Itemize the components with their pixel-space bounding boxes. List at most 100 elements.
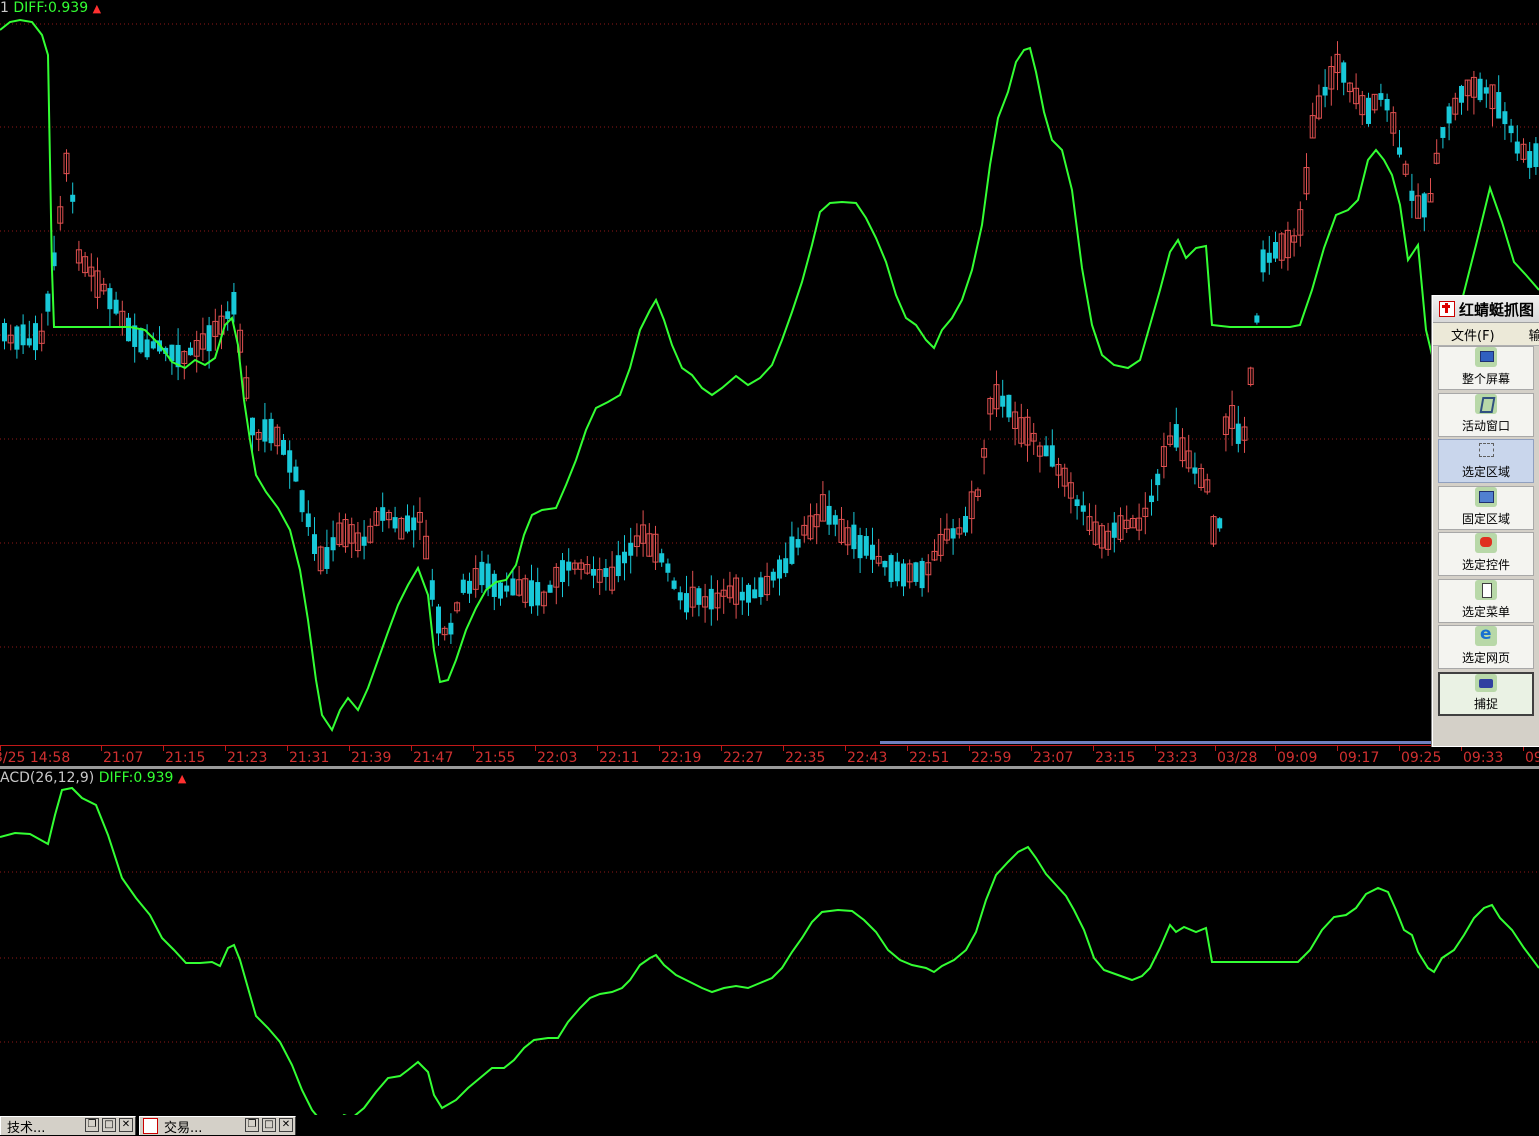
candle — [993, 370, 1000, 418]
candle — [1080, 491, 1086, 526]
candle — [398, 516, 405, 540]
candle — [467, 572, 472, 604]
candle — [851, 511, 857, 559]
candle — [70, 182, 76, 214]
restore-icon[interactable]: ❐ — [85, 1118, 99, 1132]
candle — [882, 560, 888, 576]
candle — [733, 574, 740, 619]
candle — [535, 567, 541, 616]
candle — [777, 555, 782, 596]
candle — [225, 301, 231, 331]
menu-output[interactable]: 输 — [1511, 325, 1539, 344]
select-webpage-button[interactable]: 选定网页 — [1438, 624, 1534, 669]
task-trading[interactable]: 交易... ❐ □ ✕ — [139, 1116, 296, 1136]
capture-tool-titlebar[interactable]: 红蜻蜓抓图 — [1433, 296, 1539, 323]
candle-body — [1508, 125, 1514, 134]
candle — [726, 571, 733, 603]
maximize-icon[interactable]: □ — [262, 1118, 276, 1132]
menu-file[interactable]: 文件(F) — [1433, 325, 1511, 344]
select-region-button[interactable]: 选定区域 — [1438, 439, 1534, 483]
candle — [1477, 72, 1483, 103]
candle — [665, 558, 671, 582]
candle — [1260, 240, 1266, 282]
candle-body — [33, 323, 38, 351]
candle — [789, 521, 795, 566]
candle — [1024, 408, 1031, 462]
candle — [336, 512, 343, 547]
time-tick-mark — [473, 746, 474, 751]
app-icon — [1439, 301, 1455, 317]
candle — [615, 540, 621, 583]
candle-body — [1384, 98, 1390, 111]
time-tick-label: 22:35 — [785, 750, 826, 766]
candle — [1328, 56, 1335, 106]
candle — [1241, 416, 1248, 453]
candle — [659, 548, 665, 567]
candle-body — [113, 299, 119, 314]
candle — [1446, 103, 1452, 141]
candle — [411, 505, 417, 548]
candle-body — [312, 534, 317, 555]
capture-tool-window[interactable]: 红蜻蜓抓图 文件(F) 输 整个屏幕 活动窗口 选定区域 固定区域 选定控件 选… — [1432, 295, 1539, 747]
candle — [943, 513, 950, 545]
candle — [888, 553, 894, 588]
candle-body — [392, 517, 398, 529]
candles — [2, 41, 1539, 646]
price-chart-panel[interactable]: 1 DIFF:0.939 ▲ — [0, 0, 1539, 745]
candle-body — [70, 194, 76, 202]
time-tick-label: 23:23 — [1157, 750, 1198, 766]
candle — [1185, 434, 1192, 473]
candle — [498, 581, 503, 606]
candle — [14, 325, 20, 359]
task-technical[interactable]: 技术... ❐ □ ✕ — [0, 1116, 136, 1136]
time-axis: 3/25 14:58 21:07 21:15 21:23 21:31 21:39 21:47… — [0, 745, 1539, 769]
close-icon[interactable]: ✕ — [119, 1118, 133, 1132]
candle — [919, 557, 925, 597]
capture-button[interactable]: 捕捉 — [1438, 671, 1534, 716]
maximize-icon[interactable]: □ — [102, 1118, 116, 1132]
candle-body — [1043, 445, 1049, 457]
candle — [764, 562, 771, 601]
candle — [281, 434, 286, 456]
macd-indicator-panel[interactable]: ACD(26,12,9) DIFF:0.939 ▲ — [0, 770, 1539, 1115]
candle — [138, 327, 144, 354]
candle — [1397, 129, 1402, 158]
candle-body — [1260, 249, 1266, 273]
time-tick-label: 22:51 — [909, 750, 950, 766]
candle-body — [361, 536, 367, 546]
restore-icon[interactable]: ❐ — [245, 1118, 259, 1132]
candle-body — [963, 516, 968, 533]
candle — [1291, 228, 1298, 257]
full-screen-button[interactable]: 整个屏幕 — [1438, 346, 1534, 390]
main-legend-diff: DIFF:0.939 — [13, 0, 89, 16]
candle-body — [789, 536, 795, 564]
candle-body — [429, 580, 435, 600]
time-tick-label: 09:09 — [1277, 750, 1318, 766]
candle-body — [1366, 97, 1371, 124]
candle-body — [268, 418, 274, 444]
candle — [1129, 514, 1136, 529]
candle-body — [479, 561, 485, 586]
select-control-button[interactable]: 选定控件 — [1438, 532, 1534, 576]
candle — [274, 424, 281, 455]
time-tick-mark — [1337, 746, 1338, 751]
candle-body — [45, 293, 51, 312]
candle — [1297, 201, 1304, 247]
candle — [870, 527, 875, 573]
time-tick-label: 23:07 — [1033, 750, 1074, 766]
candle — [1496, 75, 1502, 119]
candle — [529, 564, 534, 614]
panel-divider[interactable] — [0, 766, 1539, 769]
active-window-button[interactable]: 活动窗口 — [1438, 392, 1534, 437]
candle-body — [411, 517, 417, 531]
candle-body — [1409, 190, 1415, 201]
select-menu-button[interactable]: 选定菜单 — [1438, 578, 1534, 623]
fixed-region-button[interactable]: 固定区域 — [1438, 485, 1534, 530]
horizontal-scroll-indicator[interactable] — [880, 741, 1432, 744]
candle — [436, 603, 441, 646]
web-icon — [1475, 624, 1497, 646]
candle — [1366, 92, 1371, 127]
candle — [1452, 92, 1459, 121]
close-icon[interactable]: ✕ — [279, 1118, 293, 1132]
time-tick-label: 22:19 — [661, 750, 702, 766]
